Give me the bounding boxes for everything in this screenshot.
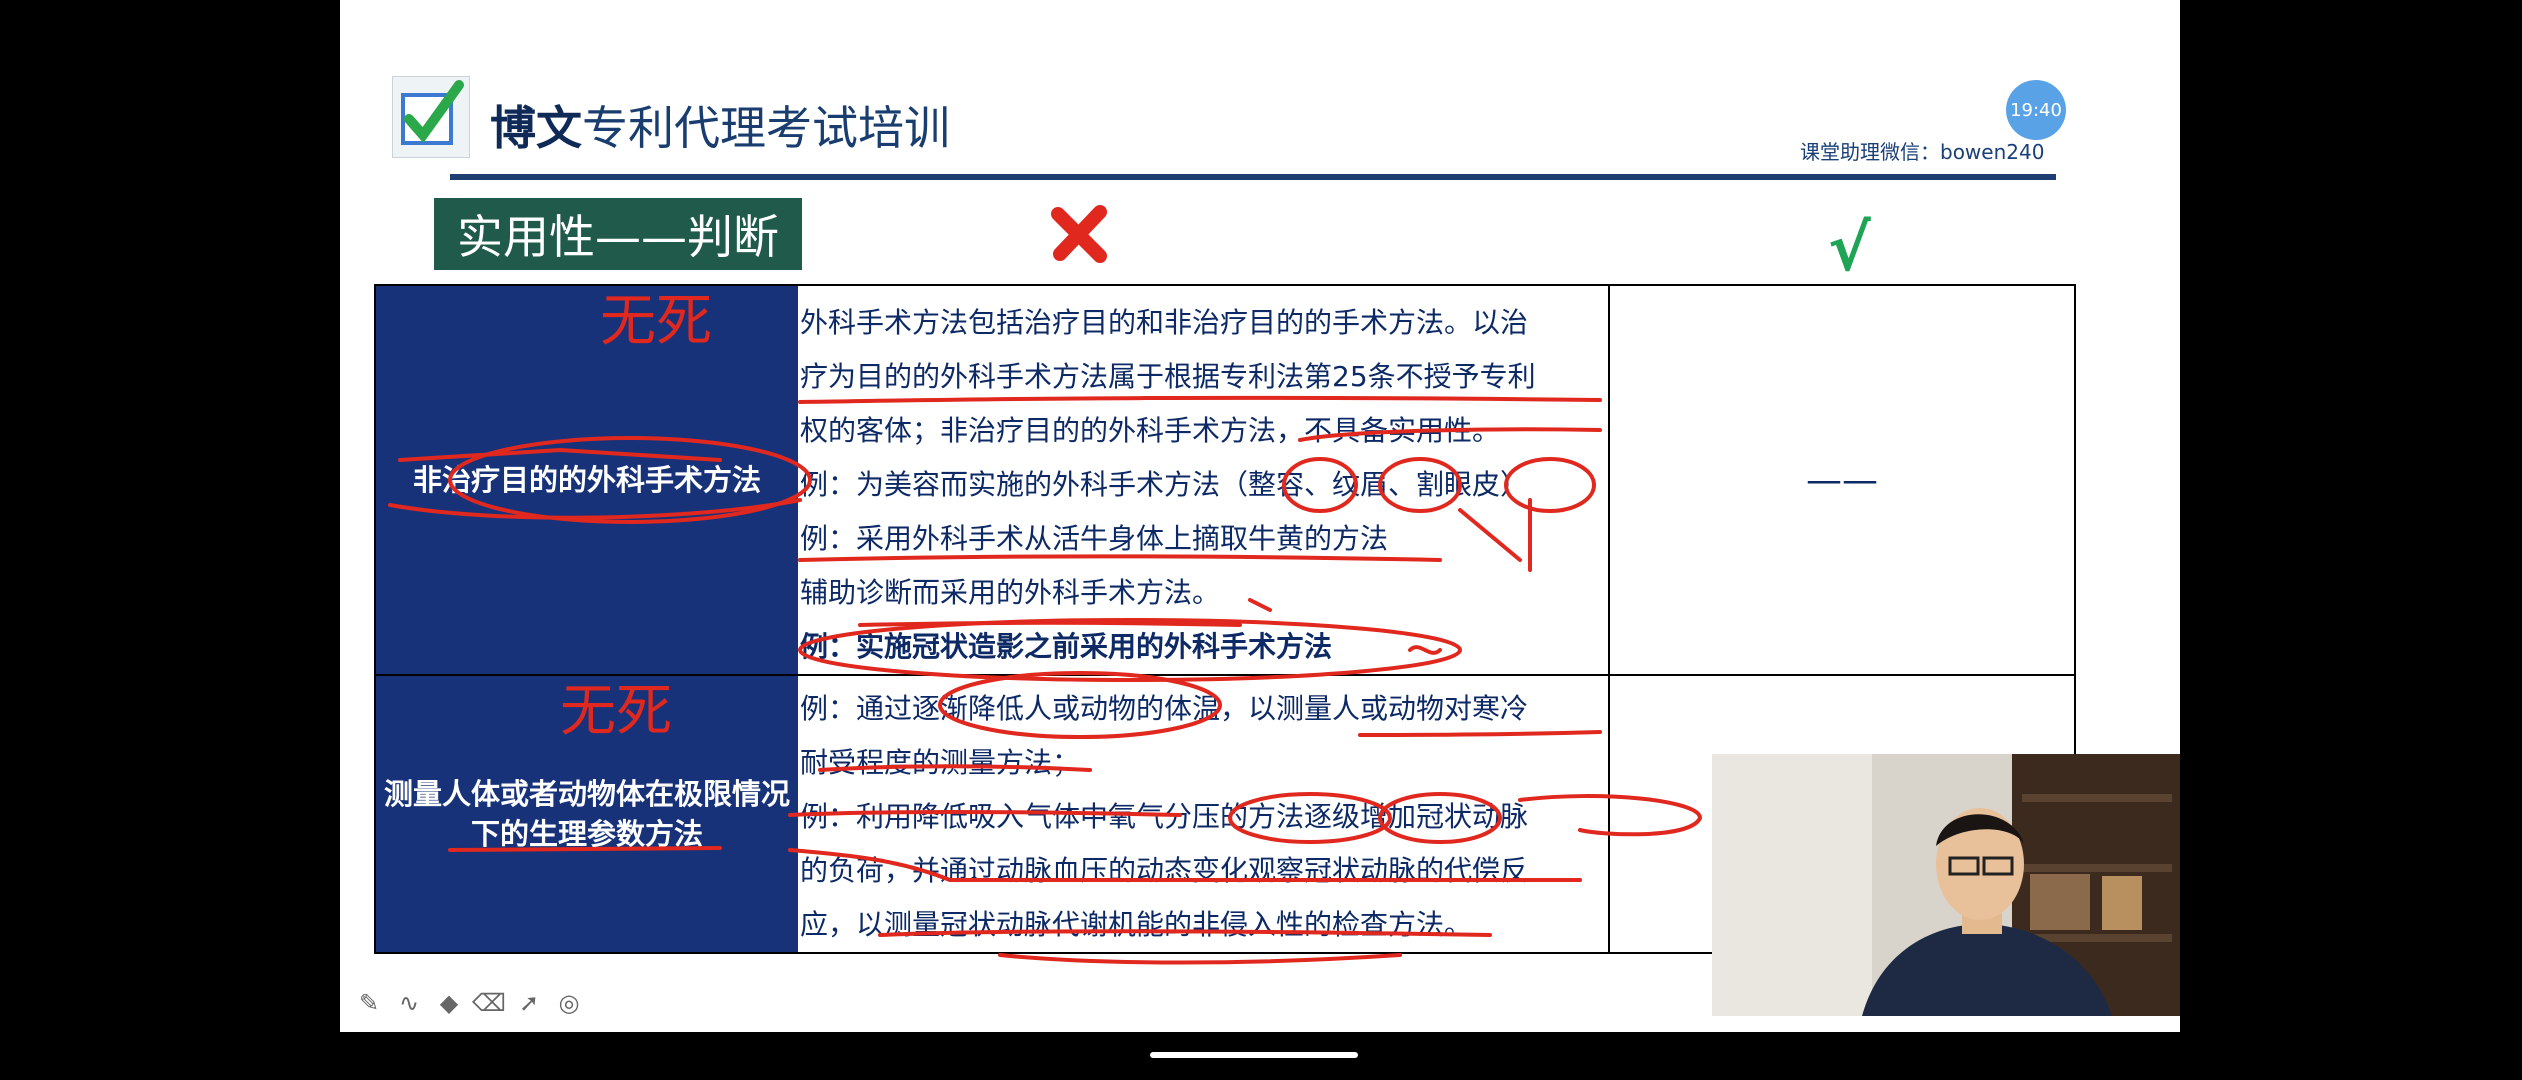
category-cell: 测量人体或者动物体在极限情况下的生理参数方法 (376, 676, 798, 952)
description-line: 例：采用外科手术从活牛身体上摘取牛黄的方法 (800, 522, 1389, 555)
description-line: 辅助诊断而采用的外科手术方法。 (800, 576, 1221, 609)
slide-title: 实用性——判断 (434, 198, 802, 270)
webcam-person-icon (1712, 754, 2180, 1016)
judgement-cell: —— (1806, 459, 1878, 501)
description-line: 耐受程度的测量方法； (800, 746, 1081, 779)
green-check-icon: √ (1828, 212, 1871, 286)
description-line: 应，以测量冠状动脉代谢机能的非侵入性的检查方法。 (800, 908, 1473, 941)
brand-title: 博文专利代理考试培训 (490, 101, 950, 155)
drawing-toolbar: ✎ ∿ ◆ ⌫ ➚ ◎ (356, 989, 582, 1017)
description-line: 外科手术方法包括治疗目的和非治疗目的的手术方法。以治 (800, 306, 1529, 339)
red-x-icon (1051, 205, 1107, 263)
brand-logo (392, 76, 470, 158)
description-line: 例：利用降低吸入气体中氧气分压的方法逐级增加冠状动脉 (800, 800, 1529, 833)
pointer-icon[interactable]: ➚ (516, 989, 542, 1017)
webcam-overlay[interactable] (1712, 754, 2180, 1016)
eraser-icon[interactable]: ⌫ (472, 989, 506, 1017)
wechat-contact: 课堂助理微信：bowen240 (1800, 140, 2045, 164)
description-line: 的负荷，并通过动脉血压的动态变化观察冠状动脉的代偿反 (800, 854, 1529, 887)
description-cell: 例：通过逐渐降低人或动物的体温，以测量人或动物对寒冷 耐受程度的测量方法； 例：… (800, 682, 1580, 952)
pen-icon[interactable]: ✎ (356, 989, 382, 1017)
laser-icon[interactable]: ◎ (556, 989, 582, 1017)
highlighter-icon[interactable]: ◆ (436, 989, 462, 1017)
category-cell: 非治疗目的的外科手术方法 (376, 286, 798, 674)
logo-check-icon (401, 80, 464, 145)
description-line: 疗为目的的外科手术方法属于根据专利法第25条不授予专利 (800, 360, 1536, 393)
description-line: 例：通过逐渐降低人或动物的体温，以测量人或动物对寒冷 (800, 692, 1529, 725)
description-line: 权的客体；非治疗目的的外科手术方法，不具备实用性。 (800, 414, 1501, 447)
freehand-icon[interactable]: ∿ (396, 989, 422, 1017)
description-cell: 外科手术方法包括治疗目的和非治疗目的的手术方法。以治 疗为目的的外科手术方法属于… (800, 296, 1580, 674)
description-line: 例：实施冠状造影之前采用的外科手术方法 (800, 630, 1333, 663)
timer-badge[interactable]: 19:40 (2006, 80, 2066, 140)
header-divider (450, 174, 2056, 180)
home-indicator[interactable] (1150, 1052, 1358, 1058)
row-divider (376, 674, 2074, 676)
description-line: 例：为美容而实施的外科手术方法（整容、纹眉、割眼皮） (800, 468, 1529, 501)
